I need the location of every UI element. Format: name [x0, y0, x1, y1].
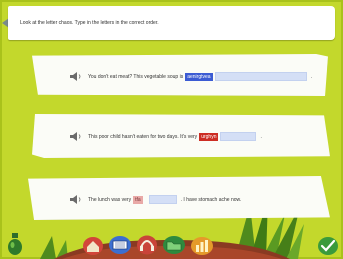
- headphones-icon[interactable]: [136, 234, 158, 255]
- letter-chaos: tfa: [133, 195, 143, 204]
- bottle-icon[interactable]: [6, 232, 24, 256]
- instruction-banner: Look at the letter chaos. Type in the le…: [8, 6, 335, 40]
- folder-icon[interactable]: [162, 235, 186, 255]
- sentence-card-2: This poor child hasn't eaten for two day…: [32, 114, 330, 158]
- sentence-card-3: The lunch was very tfa . I have stomach …: [28, 176, 330, 220]
- letter-chaos: aenirgtvea: [185, 72, 213, 81]
- sentence-text-before: This poor child hasn't eaten for two day…: [88, 133, 198, 140]
- sentence-card-1: You don't eat meat? This vegetable soup …: [32, 54, 328, 96]
- app-window: Look at the letter chaos. Type in the le…: [0, 0, 343, 259]
- answer-input[interactable]: [220, 132, 257, 141]
- speaker-icon[interactable]: [70, 72, 82, 81]
- check-icon[interactable]: [317, 236, 339, 256]
- keyboard-icon[interactable]: [108, 235, 132, 255]
- speaker-icon[interactable]: [70, 195, 82, 204]
- sentence-text-after: .: [260, 133, 262, 140]
- sentence-row: This poor child hasn't eaten for two day…: [70, 132, 262, 141]
- score-chart-icon[interactable]: [190, 236, 214, 256]
- sentence-text-after: . I have stomach ache now.: [180, 196, 242, 203]
- sentence-row: You don't eat meat? This vegetable soup …: [70, 72, 312, 81]
- instruction-text: Look at the letter chaos. Type in the le…: [20, 20, 159, 26]
- answer-input[interactable]: [214, 72, 307, 81]
- speaker-icon[interactable]: [70, 132, 82, 141]
- letter-chaos: urghyn: [199, 132, 219, 141]
- sentence-text-before: You don't eat meat? This vegetable soup …: [88, 73, 184, 80]
- sentence-text-after: .: [310, 73, 312, 80]
- home-icon[interactable]: [82, 236, 104, 256]
- answer-input[interactable]: [148, 195, 177, 204]
- sentence-text-before: The lunch was very: [88, 196, 132, 203]
- sentence-row: The lunch was very tfa . I have stomach …: [70, 195, 241, 204]
